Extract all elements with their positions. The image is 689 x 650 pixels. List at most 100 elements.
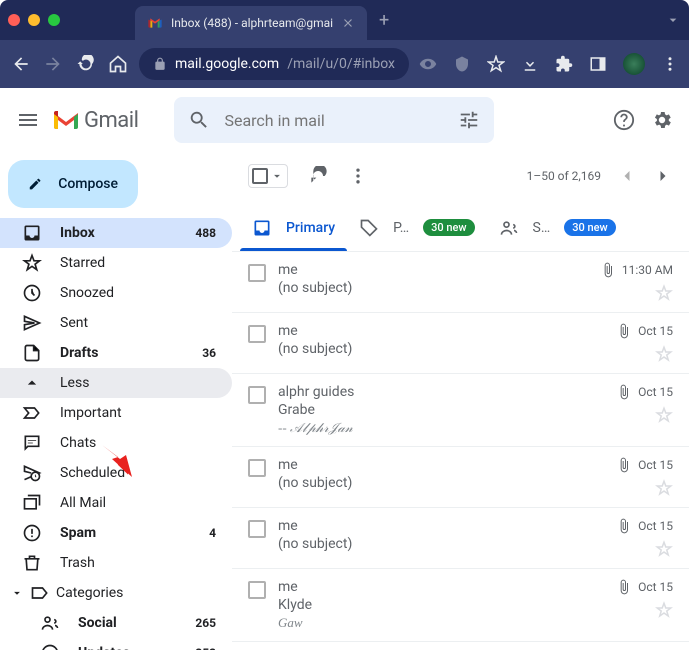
sidebar-item-label: Sent — [60, 315, 216, 331]
minimize-window-button[interactable] — [28, 14, 40, 26]
browser-tab[interactable]: Inbox (488) - alphrteam@gmai — [135, 6, 367, 40]
sidebar-item-count: 352 — [195, 646, 216, 650]
email-checkbox[interactable] — [248, 459, 266, 477]
stack-icon — [22, 493, 42, 513]
sidebar-item-important[interactable]: Important — [0, 398, 232, 428]
search-options-icon[interactable] — [458, 109, 480, 131]
email-row[interactable]: me (no subject) Oct 15 — [232, 447, 689, 508]
star-button[interactable] — [655, 284, 673, 302]
sidebar-item-sent[interactable]: Sent — [0, 308, 232, 338]
email-row[interactable]: alphr guides Grabe -- 𝒜𝓁𝓅𝒽𝓇𝒥𝒶𝓃 Oct 15 — [232, 374, 689, 447]
email-checkbox[interactable] — [248, 520, 266, 538]
email-checkbox[interactable] — [248, 386, 266, 404]
spam-icon — [22, 523, 42, 543]
email-checkbox[interactable] — [248, 264, 266, 282]
sidebar: Compose Inbox 488 Starred Snoozed Sent D… — [0, 152, 232, 650]
chevron-down-icon[interactable] — [665, 12, 681, 28]
star-icon[interactable] — [487, 55, 505, 73]
sidebar-item-allmail[interactable]: All Mail — [0, 488, 232, 518]
email-sender: me — [278, 579, 604, 595]
email-row[interactable]: me Klyde Gaw Oct 15 — [232, 569, 689, 642]
sidebar-item-trash[interactable]: Trash — [0, 548, 232, 578]
tab-label: Primary — [286, 220, 335, 236]
close-window-button[interactable] — [8, 14, 20, 26]
sidebar-item-categories[interactable]: Categories — [0, 578, 232, 608]
email-checkbox[interactable] — [248, 325, 266, 343]
reload-button[interactable] — [75, 52, 97, 76]
newer-button[interactable] — [617, 166, 637, 186]
clock-icon — [22, 283, 42, 303]
maximize-window-button[interactable] — [48, 14, 60, 26]
gmail-favicon — [147, 15, 163, 31]
gmail-logo[interactable]: Gmail — [52, 108, 138, 133]
sidebar-item-scheduled[interactable]: Scheduled — [0, 458, 232, 488]
people-icon — [40, 613, 60, 633]
side-panel-icon[interactable] — [589, 55, 607, 73]
tab-social[interactable]: S… 30 new — [487, 204, 628, 251]
send-icon — [22, 313, 42, 333]
profile-avatar[interactable] — [623, 53, 645, 75]
gmail-logo-icon — [52, 109, 80, 131]
window-controls — [8, 14, 60, 26]
people-icon — [499, 218, 519, 238]
refresh-button[interactable] — [308, 166, 328, 186]
sidebar-item-starred[interactable]: Starred — [0, 248, 232, 278]
checkbox-icon — [252, 168, 268, 184]
url-domain: mail.google.com — [175, 56, 279, 72]
older-button[interactable] — [653, 166, 673, 186]
tab-label: S… — [533, 220, 551, 236]
search-input[interactable] — [224, 111, 444, 130]
email-row[interactable]: me (no subject) Oct 15 — [232, 508, 689, 569]
sidebar-item-chats[interactable]: Chats — [0, 428, 232, 458]
main-menu-icon[interactable] — [16, 108, 40, 132]
email-date: Oct 15 — [638, 385, 673, 399]
settings-icon[interactable] — [651, 109, 673, 131]
home-button[interactable] — [107, 52, 129, 76]
compose-button[interactable]: Compose — [8, 160, 138, 208]
new-tab-button[interactable]: + — [379, 10, 389, 31]
address-bar[interactable]: mail.google.com/mail/u/0/#inbox — [139, 48, 409, 80]
sidebar-item-social[interactable]: Social 265 — [0, 608, 232, 638]
caret-icon — [10, 583, 24, 603]
sidebar-item-spam[interactable]: Spam 4 — [0, 518, 232, 548]
sidebar-item-label: Starred — [60, 255, 216, 271]
email-date: Oct 15 — [638, 324, 673, 338]
email-sender: me — [278, 262, 588, 278]
star-button[interactable] — [655, 540, 673, 558]
star-button[interactable] — [655, 406, 673, 424]
lock-icon — [153, 57, 167, 71]
sidebar-item-less[interactable]: Less — [0, 368, 232, 398]
sidebar-item-inbox[interactable]: Inbox 488 — [0, 218, 232, 248]
browser-menu-icon[interactable] — [661, 55, 679, 73]
new-badge: 30 new — [564, 219, 615, 236]
star-button[interactable] — [655, 479, 673, 497]
tab-promotions[interactable]: P… 30 new — [347, 204, 486, 251]
extensions-icon[interactable] — [555, 55, 573, 73]
email-row[interactable]: me (no subject) Oct 15 — [232, 313, 689, 374]
sidebar-item-snoozed[interactable]: Snoozed — [0, 278, 232, 308]
email-subject: (no subject) — [278, 341, 604, 357]
download-icon[interactable] — [521, 55, 539, 73]
sidebar-item-updates[interactable]: Updates 352 — [0, 638, 232, 650]
search-bar[interactable] — [174, 97, 494, 143]
new-badge: 30 new — [423, 219, 474, 236]
sidebar-item-drafts[interactable]: Drafts 36 — [0, 338, 232, 368]
tab-primary[interactable]: Primary — [240, 204, 347, 251]
email-list: me (no subject) 11:30 AM me (no subject)… — [232, 252, 689, 650]
forward-button[interactable] — [42, 52, 64, 76]
shield-icon[interactable] — [453, 55, 471, 73]
star-button[interactable] — [655, 345, 673, 363]
sidebar-item-label: Trash — [60, 555, 216, 571]
eye-icon[interactable] — [419, 55, 437, 73]
support-icon[interactable] — [613, 109, 635, 131]
star-button[interactable] — [655, 601, 673, 619]
email-subject: (no subject) — [278, 536, 604, 552]
label-icon — [30, 583, 50, 603]
back-button[interactable] — [10, 52, 32, 76]
select-all-checkbox[interactable] — [248, 164, 288, 188]
close-tab-icon[interactable] — [341, 16, 355, 30]
more-button[interactable] — [348, 166, 368, 186]
email-checkbox[interactable] — [248, 581, 266, 599]
email-date: Oct 15 — [638, 458, 673, 472]
email-row[interactable]: me (no subject) 11:30 AM — [232, 252, 689, 313]
